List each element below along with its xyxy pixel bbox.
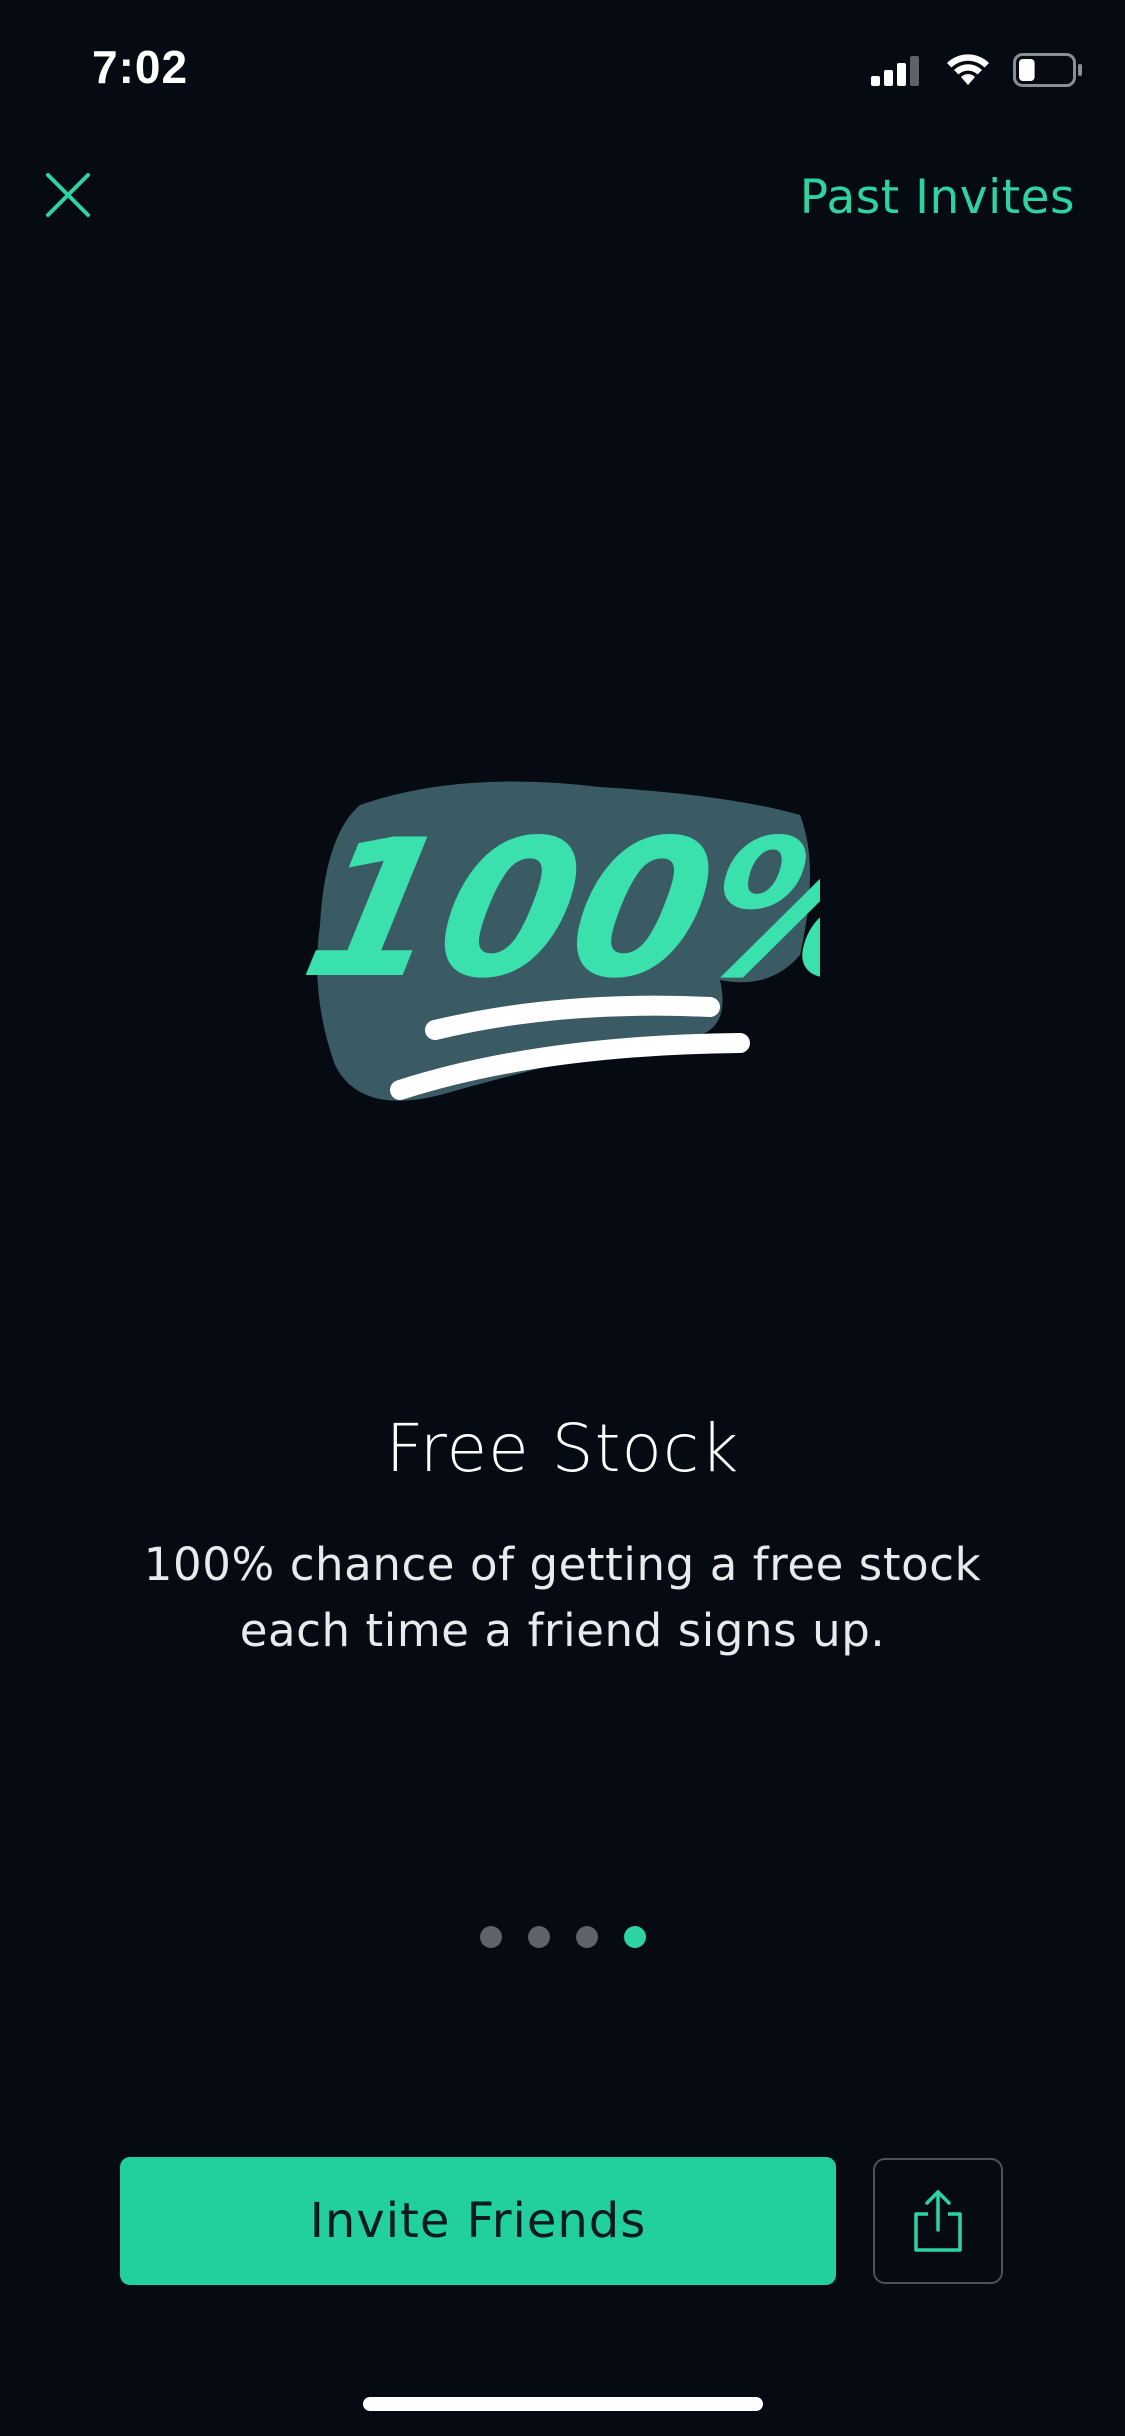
cellular-signal-icon (871, 56, 919, 86)
page-subtitle: 100% chance of getting a free stock each… (143, 1538, 982, 1657)
hero-illustration: 100% (288, 775, 922, 1155)
wifi-icon (947, 54, 989, 85)
page-indicator (0, 1926, 1125, 1948)
hundred-points-icon: 100% (288, 781, 922, 1101)
battery-icon (1013, 53, 1082, 87)
page-dot[interactable] (575, 1926, 598, 1948)
invite-friends-button[interactable]: Invite Friends (120, 2157, 836, 2285)
close-button[interactable] (38, 165, 98, 225)
status-bar: 7:02 (0, 0, 1125, 140)
status-icons (871, 48, 1083, 92)
close-icon (46, 173, 90, 217)
page-dot[interactable] (479, 1926, 502, 1948)
home-indicator (363, 2397, 763, 2411)
page-title: Free Stock (385, 1410, 740, 1487)
share-button[interactable] (873, 2158, 1003, 2284)
share-icon (914, 2190, 962, 2252)
status-time: 7:02 (92, 41, 189, 93)
page-dot[interactable] (527, 1926, 550, 1948)
svg-text:100%: 100% (300, 800, 820, 1021)
past-invites-link[interactable]: Past Invites (800, 170, 1075, 225)
page-dot[interactable] (623, 1926, 646, 1948)
